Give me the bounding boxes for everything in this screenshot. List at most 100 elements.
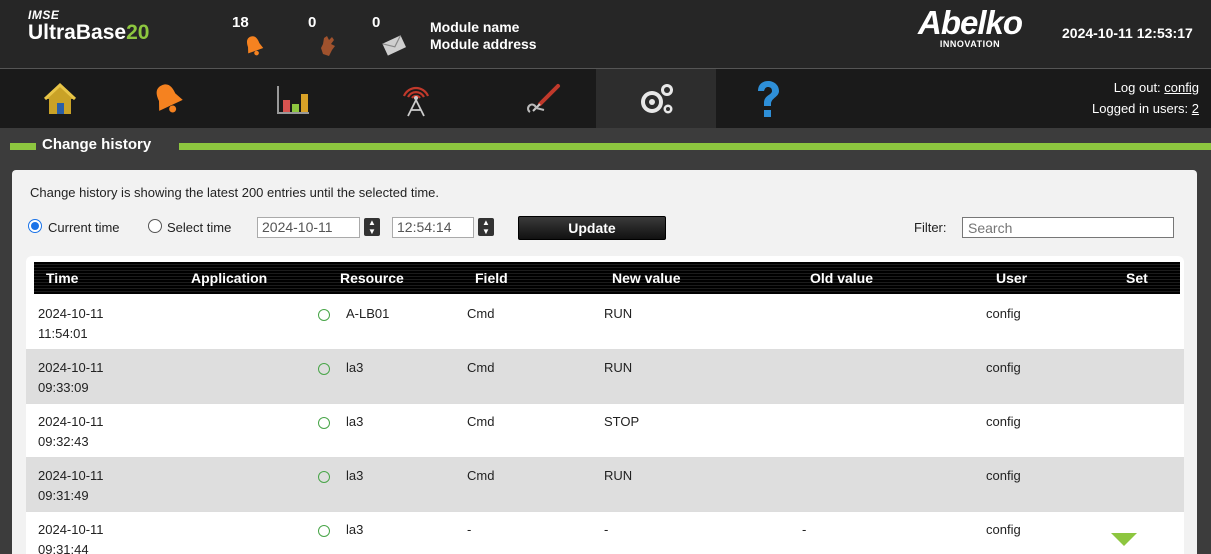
tools-icon bbox=[527, 83, 560, 113]
resource-status-icon bbox=[318, 417, 330, 429]
cell-new-value: RUN bbox=[604, 468, 633, 483]
update-button[interactable]: Update bbox=[518, 216, 666, 240]
cell-new-value: STOP bbox=[604, 414, 640, 429]
filter-label: Filter: bbox=[914, 220, 947, 235]
cell-time-value: 11:54:01 bbox=[38, 326, 88, 341]
search-input[interactable] bbox=[962, 217, 1174, 238]
cell-new-value: - bbox=[604, 522, 609, 537]
time-spinner[interactable]: ▲ ▼ bbox=[478, 218, 494, 236]
antenna-icon bbox=[402, 86, 430, 116]
section-accent-right bbox=[179, 143, 1211, 150]
cell-time-value: 09:31:44 bbox=[38, 542, 89, 554]
cell-resource: la3 bbox=[346, 360, 364, 375]
nav-home[interactable] bbox=[0, 69, 120, 128]
cell-user: config bbox=[986, 468, 1021, 483]
cell-date-value: 2024-10-11 bbox=[38, 306, 104, 321]
message-count: 0 bbox=[372, 14, 381, 31]
table-row[interactable]: 2024-10-11 09:31:44 la3 - - - config bbox=[26, 512, 1184, 554]
logo-name: Abelko bbox=[917, 4, 1023, 41]
select-time-radio[interactable] bbox=[148, 219, 162, 233]
nav-alarms[interactable] bbox=[108, 69, 228, 128]
module-address: Module address bbox=[430, 36, 537, 52]
cell-field: Cmd bbox=[467, 414, 495, 429]
column-header-field[interactable]: Field bbox=[475, 270, 508, 286]
table-header: Time Application Resource Field New valu… bbox=[34, 262, 1180, 294]
column-header-old-value[interactable]: Old value bbox=[810, 270, 873, 286]
brand-logo[interactable]: IMSE UltraBase20 bbox=[28, 8, 149, 44]
module-info: Module name Module address bbox=[430, 19, 537, 53]
change-history-panel: Change history is showing the latest 200… bbox=[12, 170, 1197, 554]
cell-time: 2024-10-11 09:31:49 bbox=[38, 466, 104, 506]
cell-date-value: 2024-10-11 bbox=[38, 360, 104, 375]
acknowledged-count: 0 bbox=[308, 14, 317, 31]
cell-time-value: 09:31:49 bbox=[38, 488, 89, 503]
table-row[interactable]: 2024-10-11 09:32:43 la3 Cmd STOP config bbox=[26, 404, 1184, 458]
cell-resource: la3 bbox=[346, 468, 364, 483]
cell-field: - bbox=[467, 522, 472, 537]
module-name: Module name bbox=[430, 19, 520, 35]
cell-resource: la3 bbox=[346, 414, 364, 429]
brand-small-text: IMSE bbox=[28, 8, 60, 22]
scroll-down-arrow-icon[interactable] bbox=[1111, 533, 1137, 547]
logged-users-link[interactable]: 2 bbox=[1192, 101, 1199, 116]
abelko-logo: Abelko INNOVATION bbox=[910, 4, 1030, 49]
column-header-new-value[interactable]: New value bbox=[612, 270, 680, 286]
alarm-counter-acknowledged[interactable]: 0 bbox=[308, 14, 348, 62]
cell-new-value: RUN bbox=[604, 306, 633, 321]
top-header: IMSE UltraBase20 18 0 0 Module name Modu… bbox=[0, 0, 1211, 68]
chart-icon bbox=[277, 85, 309, 114]
info-text: Change history is showing the latest 200… bbox=[30, 185, 440, 200]
logged-users-prefix: Logged in users: bbox=[1092, 101, 1192, 116]
table-row[interactable]: 2024-10-11 11:54:01 A-LB01 Cmd RUN config bbox=[26, 296, 1184, 350]
date-field[interactable]: 2024-10-11 bbox=[257, 217, 360, 238]
cell-user: config bbox=[986, 306, 1021, 321]
resource-status-icon bbox=[318, 309, 330, 321]
date-spinner[interactable]: ▲ ▼ bbox=[364, 218, 380, 236]
column-header-user[interactable]: User bbox=[996, 270, 1027, 286]
cell-field: Cmd bbox=[467, 468, 495, 483]
header-datetime: 2024-10-11 12:53:17 bbox=[1062, 25, 1193, 41]
current-time-radio[interactable] bbox=[28, 219, 42, 233]
column-header-set[interactable]: Set bbox=[1126, 270, 1148, 286]
cell-time: 2024-10-11 09:33:09 bbox=[38, 358, 104, 398]
nav-help[interactable] bbox=[708, 69, 828, 128]
resource-status-icon bbox=[318, 525, 330, 537]
hand-icon bbox=[321, 36, 335, 56]
main-nav: Log out: config Logged in users: 2 bbox=[0, 68, 1211, 128]
table-row[interactable]: 2024-10-11 09:33:09 la3 Cmd RUN config bbox=[26, 350, 1184, 404]
help-icon bbox=[758, 80, 779, 117]
table-row[interactable]: 2024-10-11 09:31:49 la3 Cmd RUN config bbox=[26, 458, 1184, 512]
message-counter[interactable]: 0 bbox=[372, 14, 412, 62]
home-icon bbox=[43, 82, 77, 114]
cell-time-value: 09:33:09 bbox=[38, 380, 89, 395]
cell-old-value: - bbox=[802, 522, 807, 537]
cell-date-value: 2024-10-11 bbox=[38, 522, 104, 537]
settings-gears-icon bbox=[641, 83, 673, 113]
app-root: IMSE UltraBase20 18 0 0 Module name Modu… bbox=[0, 0, 1211, 554]
nav-charts[interactable] bbox=[232, 69, 352, 128]
cell-time: 2024-10-11 09:32:43 bbox=[38, 412, 104, 452]
brand-name: UltraBase20 bbox=[28, 21, 150, 44]
cell-field: Cmd bbox=[467, 360, 495, 375]
resource-status-icon bbox=[318, 471, 330, 483]
nav-communication[interactable] bbox=[356, 69, 476, 128]
time-field[interactable]: 12:54:14 bbox=[392, 217, 474, 238]
resource-status-icon bbox=[318, 363, 330, 375]
envelope-icon bbox=[382, 35, 406, 56]
column-header-application[interactable]: Application bbox=[191, 270, 267, 286]
current-time-label[interactable]: Current time bbox=[48, 220, 120, 235]
alarm-counter-active[interactable]: 18 bbox=[232, 14, 272, 62]
column-header-resource[interactable]: Resource bbox=[340, 270, 404, 286]
cell-time: 2024-10-11 11:54:01 bbox=[38, 304, 104, 344]
column-header-time[interactable]: Time bbox=[46, 270, 78, 286]
logout-prefix: Log out: bbox=[1113, 80, 1165, 95]
nav-tools[interactable] bbox=[484, 69, 604, 128]
logout-link[interactable]: config bbox=[1164, 80, 1199, 95]
cell-user: config bbox=[986, 414, 1021, 429]
alarm-bell-icon bbox=[156, 83, 183, 112]
cell-time: 2024-10-11 09:31:44 bbox=[38, 520, 104, 554]
nav-settings[interactable] bbox=[596, 69, 716, 128]
bell-icon bbox=[246, 36, 264, 56]
select-time-label[interactable]: Select time bbox=[167, 220, 231, 235]
page-title: Change history bbox=[42, 136, 152, 153]
